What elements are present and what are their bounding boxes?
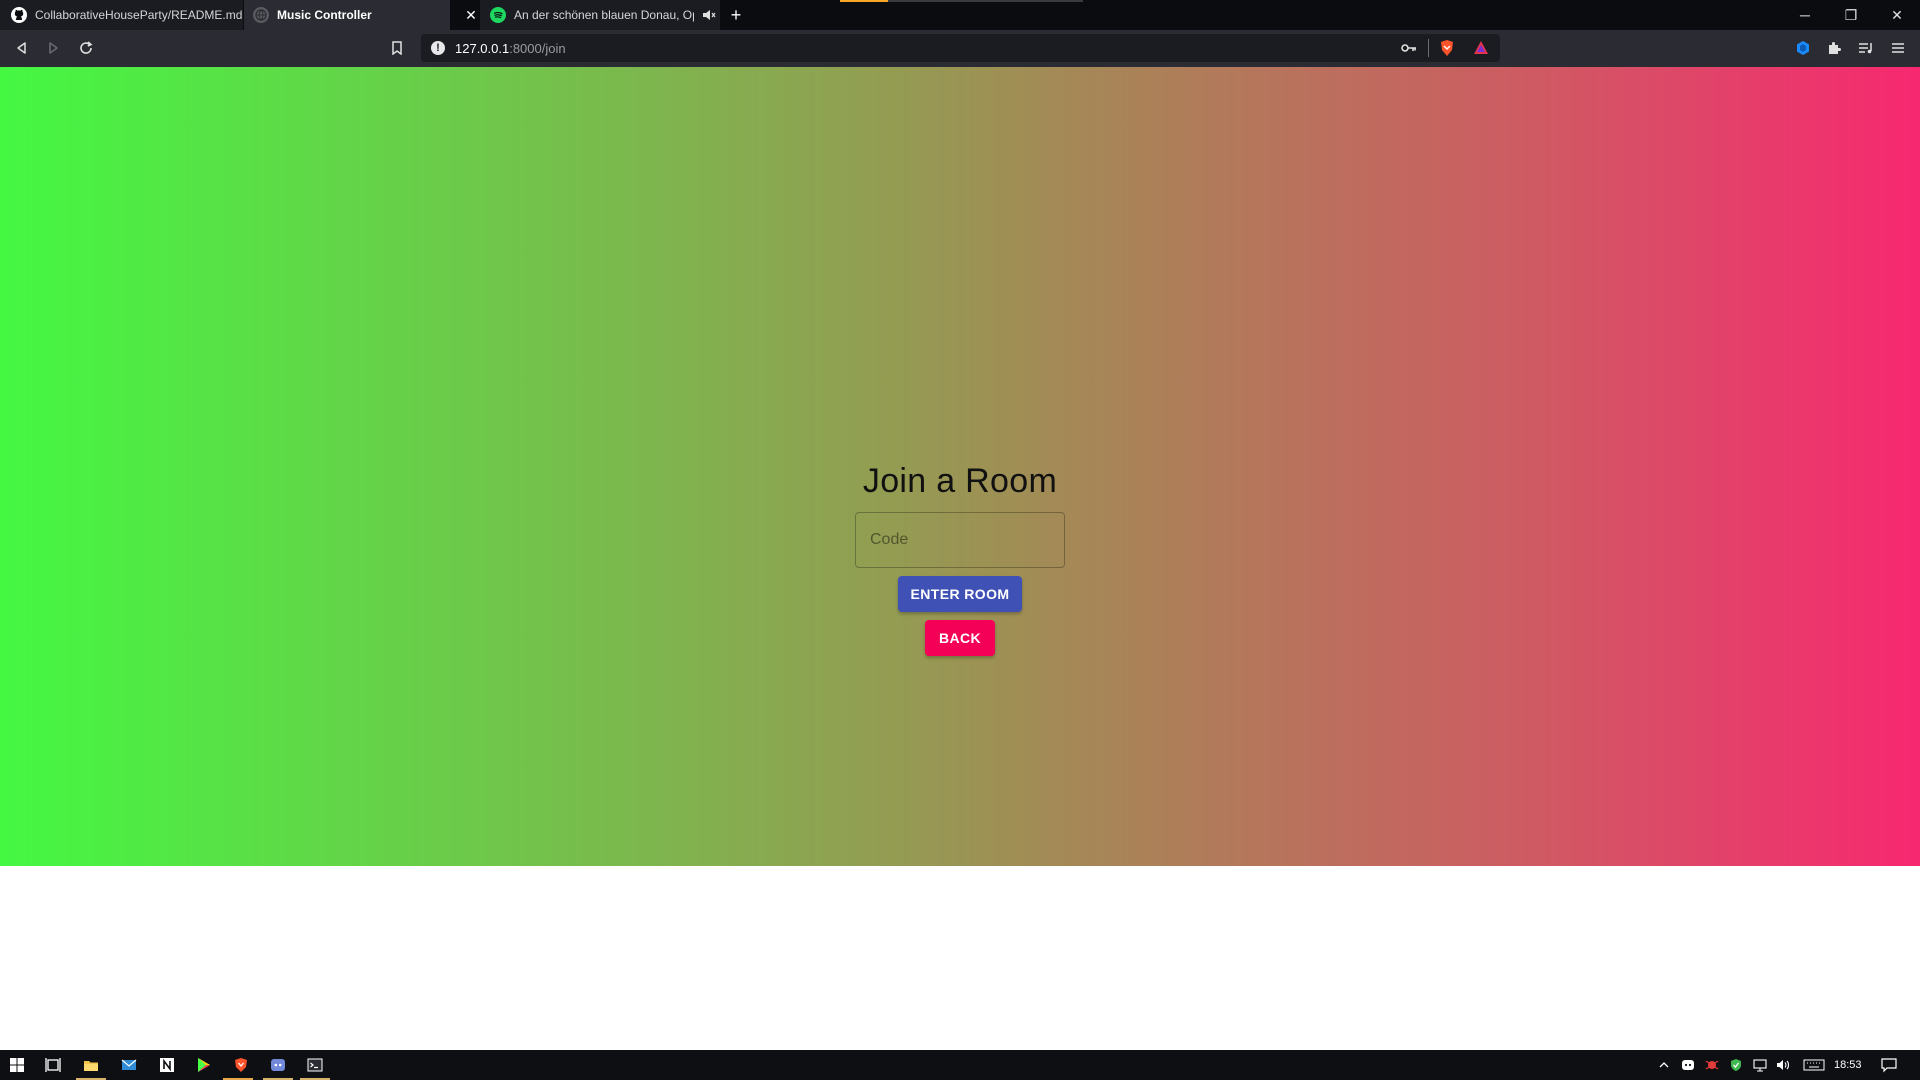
discord-icon[interactable] <box>269 1056 287 1074</box>
notification-icon[interactable] <box>1880 1057 1898 1073</box>
code-field[interactable] <box>855 512 1065 568</box>
page-background: Join a Room Enter Room Back <box>0 67 1920 866</box>
join-room-form: Join a Room Enter Room Back <box>0 462 1920 662</box>
extensions-icon[interactable] <box>1824 38 1844 58</box>
enter-room-button[interactable]: Enter Room <box>898 576 1022 612</box>
tab-title: An der schönen blauen Donau, Op <box>514 8 694 22</box>
taskbar-clock[interactable]: 18:53 <box>1834 1059 1862 1071</box>
spotify-icon <box>490 7 506 23</box>
close-tab-icon[interactable]: ✕ <box>463 7 479 23</box>
tab-strip: CollaborativeHouseParty/README.md Music … <box>0 0 1920 30</box>
security-tray-icon[interactable] <box>1729 1058 1743 1072</box>
browser-toolbar: ! 127.0.0.1:8000/join <box>0 30 1920 67</box>
code-input[interactable] <box>856 513 1064 567</box>
tab-music-controller[interactable]: Music Controller <box>244 0 450 30</box>
mail-icon[interactable] <box>120 1056 138 1074</box>
bookmark-icon[interactable] <box>387 38 407 58</box>
terminal-icon[interactable] <box>306 1056 324 1074</box>
chevron-up-icon[interactable] <box>1657 1058 1671 1072</box>
tab-readme[interactable]: CollaborativeHouseParty/README.md <box>0 0 243 30</box>
discord-tray-icon[interactable] <box>1681 1058 1695 1072</box>
tab-title: CollaborativeHouseParty/README.md <box>35 8 243 22</box>
key-icon[interactable] <box>1401 41 1417 55</box>
address-bar[interactable]: ! 127.0.0.1:8000/join <box>421 34 1500 62</box>
taskbar: 18:53 <box>0 1050 1920 1080</box>
tab-audio-indicator <box>840 0 888 2</box>
new-tab-button[interactable]: + <box>727 6 745 24</box>
site-info-icon[interactable]: ! <box>431 41 445 55</box>
reload-icon[interactable] <box>76 38 96 58</box>
back-button[interactable]: Back <box>925 620 995 656</box>
notion-icon[interactable] <box>158 1056 176 1074</box>
file-explorer-icon[interactable] <box>82 1056 100 1074</box>
brave-rewards-icon[interactable] <box>1472 39 1490 57</box>
windows-start-icon[interactable] <box>8 1056 26 1074</box>
speaker-muted-icon[interactable] <box>702 8 716 22</box>
play-store-icon[interactable] <box>195 1056 213 1074</box>
minimize-button[interactable]: ─ <box>1782 0 1828 30</box>
page-title: Join a Room <box>862 462 1058 500</box>
tab-spotify[interactable]: An der schönen blauen Donau, Op <box>480 0 720 30</box>
restore-button[interactable]: ❐ <box>1828 0 1874 30</box>
address-bar-separator <box>1428 39 1429 57</box>
tab-title: Music Controller <box>277 8 372 22</box>
github-icon <box>11 7 27 23</box>
bug-tray-icon[interactable] <box>1705 1058 1719 1072</box>
brave-wallet-icon[interactable] <box>1793 38 1813 58</box>
network-icon[interactable] <box>1753 1058 1767 1072</box>
tab-strip-divider <box>888 0 1083 2</box>
brave-icon[interactable] <box>232 1056 250 1074</box>
media-controls-icon[interactable] <box>1856 38 1876 58</box>
forward-nav-icon[interactable] <box>43 38 63 58</box>
brave-shields-icon[interactable] <box>1438 39 1456 57</box>
volume-icon[interactable] <box>1776 1058 1790 1072</box>
keyboard-icon[interactable] <box>1803 1058 1825 1072</box>
menu-icon[interactable] <box>1888 38 1908 58</box>
task-view-icon[interactable] <box>44 1056 62 1074</box>
close-window-button[interactable]: ✕ <box>1874 0 1920 30</box>
back-nav-icon[interactable] <box>12 38 32 58</box>
globe-icon <box>253 7 269 23</box>
url-text[interactable]: 127.0.0.1:8000/join <box>455 41 566 56</box>
